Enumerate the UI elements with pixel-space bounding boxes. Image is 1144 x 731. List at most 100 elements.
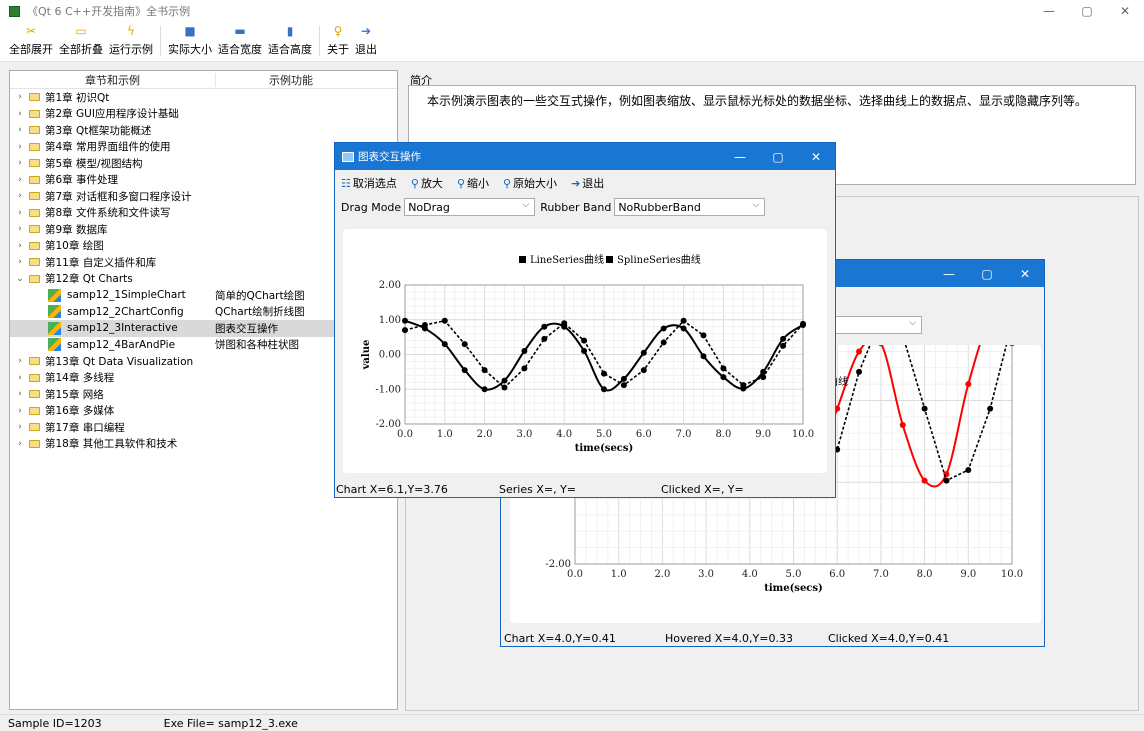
legend-marker — [519, 256, 526, 263]
background-maximize-button[interactable]: ▢ — [968, 260, 1006, 287]
header-function[interactable]: 示例功能 — [216, 72, 366, 88]
x-tick-label: 8.0 — [715, 429, 731, 440]
chevron-right-icon[interactable]: › — [13, 92, 27, 102]
data-point — [481, 367, 488, 374]
chevron-right-icon[interactable]: › — [13, 257, 27, 267]
dialog-toolbar-button-2[interactable]: ⚲ 缩小 — [457, 175, 489, 191]
tree-item-label: 第18章 其他工具软件和技术 — [45, 438, 178, 451]
folder-icon — [29, 357, 40, 366]
main-title-bar: 《Qt 6 C++开发指南》全书示例 — ▢ ✕ — [0, 0, 1144, 22]
toolbar-button-4[interactable]: ▬ 适合宽度 — [215, 22, 265, 57]
tree-item-label: 第5章 模型/视图结构 — [45, 157, 143, 170]
chevron-right-icon[interactable]: › — [13, 406, 27, 416]
dialog-minimize-button[interactable]: — — [721, 143, 759, 170]
data-point — [720, 374, 727, 381]
background-minimize-button[interactable]: — — [930, 260, 968, 287]
chevron-right-icon[interactable]: › — [13, 109, 27, 119]
exit-icon: ➔ — [360, 24, 372, 38]
x-tick-label: 6.0 — [829, 569, 845, 580]
dialog-toolbar-label: 取消选点 — [352, 177, 397, 190]
chevron-right-icon[interactable]: › — [13, 241, 27, 251]
data-point — [461, 341, 468, 348]
tree-item-desc: 图表交互操作 — [215, 322, 278, 335]
toolbar-button-6[interactable]: ♀ 关于 — [324, 22, 352, 57]
x-tick-label: 1.0 — [611, 569, 627, 580]
data-point — [461, 367, 468, 374]
chevron-right-icon[interactable]: › — [13, 373, 27, 383]
chevron-right-icon[interactable]: › — [13, 142, 27, 152]
chevron-right-icon[interactable]: › — [13, 439, 27, 449]
chart-icon — [48, 305, 61, 319]
chevron-right-icon[interactable]: › — [13, 125, 27, 135]
interactive-chart-dialog[interactable]: 图表交互操作 — ▢ ✕ ☷ 取消选点 ⚲ 放大 ⚲ 缩小 ⚲ 原始大小 ➔ 退出 Drag Mo… — [334, 142, 836, 498]
data-point — [856, 348, 863, 355]
background-status-bar: Chart X=4.0,Y=0.41 Hovered X=4.0,Y=0.33 … — [501, 630, 1046, 646]
dialog-status-clicked: Clicked X=, Y= — [661, 482, 744, 496]
chevron-right-icon[interactable]: › — [13, 208, 27, 218]
dialog-maximize-button[interactable]: ▢ — [759, 143, 797, 170]
toolbar-button-2[interactable]: ϟ 运行示例 — [106, 22, 156, 57]
dialog-toolbar-button-4[interactable]: ➔ 退出 — [571, 175, 604, 191]
data-point — [421, 325, 428, 332]
dialog-toolbar-button-3[interactable]: ⚲ 原始大小 — [503, 175, 557, 191]
chart-icon — [48, 338, 61, 352]
toolbar-button-label: 关于 — [327, 43, 349, 56]
legend-item: LineSeries曲线 — [530, 253, 604, 266]
tree-item-label: 第16章 多媒体 — [45, 405, 115, 418]
x-tick-label: 0.0 — [567, 569, 583, 580]
exit-icon: ➔ — [571, 176, 581, 190]
tree-item-label: samp12_3Interactive — [67, 322, 178, 335]
data-point — [402, 317, 408, 324]
toolbar-button-3[interactable]: ■ 实际大小 — [165, 22, 215, 57]
data-point — [899, 422, 906, 429]
dialog-toolbar-button-0[interactable]: ☷ 取消选点 — [341, 175, 397, 191]
dialog-chart-svg[interactable]: 0.0 1.0 2.0 3.0 4.0 5.0 6.0 7.0 8.0 9.0 10.0 2.00 1.… — [343, 229, 827, 473]
toolbar-button-label: 运行示例 — [109, 43, 153, 56]
close-button[interactable]: ✕ — [1106, 0, 1144, 22]
data-point — [720, 365, 727, 372]
toolbar-button-label: 全部折叠 — [59, 43, 103, 56]
folder-icon — [29, 93, 40, 102]
toolbar-button-0[interactable]: ✂ 全部展开 — [6, 22, 56, 57]
x-tick-label: 1.0 — [437, 429, 453, 440]
toolbar-separator — [160, 26, 161, 56]
chevron-right-icon[interactable]: › — [13, 224, 27, 234]
chevron-right-icon[interactable]: › — [13, 175, 27, 185]
data-point — [541, 335, 548, 342]
maximize-button[interactable]: ▢ — [1068, 0, 1106, 22]
x-tick-label: 0.0 — [397, 429, 413, 440]
chevron-down-icon[interactable]: ⌄ — [13, 274, 27, 284]
chevron-right-icon[interactable]: › — [13, 158, 27, 168]
chevron-right-icon[interactable]: › — [13, 422, 27, 432]
dialog-toolbar-label: 退出 — [582, 177, 605, 190]
x-tick-label: 10.0 — [792, 429, 814, 440]
data-point — [660, 325, 667, 332]
tree-chapter-item[interactable]: › 第2章 GUI应用程序设计基础 — [10, 106, 397, 123]
tree-chapter-item[interactable]: › 第3章 Qt框架功能概述 — [10, 122, 397, 139]
dialog-close-button[interactable]: ✕ — [797, 143, 835, 170]
toolbar-button-5[interactable]: ▮ 适合高度 — [265, 22, 315, 57]
toolbar-button-7[interactable]: ➔ 退出 — [352, 22, 380, 57]
tree-item-label: 第8章 文件系统和文件读写 — [45, 207, 171, 220]
folder-icon — [29, 241, 40, 250]
minimize-button[interactable]: — — [1030, 0, 1068, 22]
x-tick-label: 2.0 — [654, 569, 670, 580]
background-rubber-band-combo[interactable]: ⌵ — [834, 316, 922, 334]
rubber-band-combo[interactable]: NoRubberBand ⌵ — [614, 198, 766, 216]
background-close-button[interactable]: ✕ — [1006, 260, 1044, 287]
chevron-down-icon: ⌵ — [522, 200, 530, 210]
about-icon: ♀ — [333, 24, 343, 38]
toolbar-button-1[interactable]: ▭ 全部折叠 — [56, 22, 106, 57]
toolbar-button-label: 适合高度 — [268, 43, 312, 56]
tree-item-desc: 简单的QChart绘图 — [215, 289, 305, 302]
toolbar-button-label: 适合宽度 — [218, 43, 262, 56]
chevron-right-icon[interactable]: › — [13, 389, 27, 399]
header-chapters[interactable]: 章节和示例 — [10, 72, 215, 88]
chevron-right-icon[interactable]: › — [13, 191, 27, 201]
dialog-chart-area[interactable]: 0.0 1.0 2.0 3.0 4.0 5.0 6.0 7.0 8.0 9.0 10.0 2.00 1.… — [343, 229, 827, 473]
dialog-title-bar[interactable]: 图表交互操作 — ▢ ✕ — [335, 143, 835, 170]
dialog-toolbar-button-1[interactable]: ⚲ 放大 — [411, 175, 443, 191]
tree-chapter-item[interactable]: › 第1章 初识Qt — [10, 89, 397, 106]
drag-mode-combo[interactable]: NoDrag ⌵ — [404, 198, 536, 216]
chevron-right-icon[interactable]: › — [13, 356, 27, 366]
